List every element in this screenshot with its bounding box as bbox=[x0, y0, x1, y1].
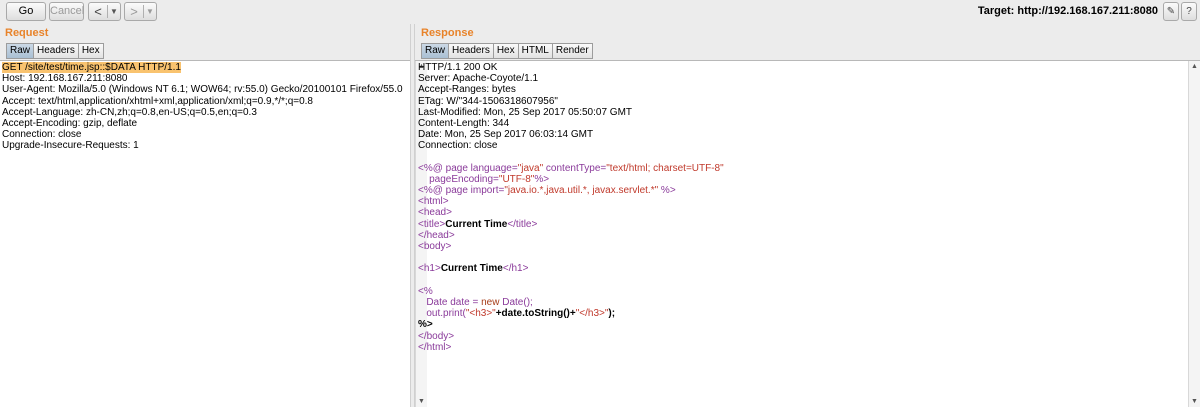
response-tab-headers[interactable]: Headers bbox=[448, 43, 494, 59]
request-tab-raw[interactable]: Raw bbox=[6, 43, 35, 59]
request-header-line: Accept-Encoding: gzip, deflate bbox=[2, 117, 138, 129]
request-editor[interactable]: GET /site/test/time.jsp::$DATA HTTP/1.1 … bbox=[0, 60, 410, 407]
request-header-line: Host: 192.168.167.211:8080 bbox=[2, 73, 128, 85]
scroll-up-icon[interactable]: ▲ bbox=[1189, 61, 1200, 72]
chevron-right-icon: > bbox=[130, 4, 138, 19]
pencil-icon[interactable]: ✎ bbox=[1163, 2, 1179, 21]
response-body-line: <% bbox=[418, 285, 433, 297]
target-label: Target: http://192.168.167.211:8080 bbox=[977, 5, 1158, 17]
response-body-line: %> bbox=[418, 319, 433, 331]
response-tab-raw[interactable]: Raw bbox=[421, 43, 450, 59]
response-header-line: ETag: W/"344-1506318607956" bbox=[418, 95, 558, 107]
response-header-line: Content-Length: 344 bbox=[418, 117, 510, 129]
response-body-line: out.print("<h3>"+date.toString()+"</h3>"… bbox=[418, 308, 616, 320]
response-editor[interactable]: ▲ ▼ ▲ ▼ HTTP/1.1 200 OK Server: Apache-C… bbox=[415, 60, 1200, 407]
response-header-line: Server: Apache-Coyote/1.1 bbox=[418, 73, 539, 85]
response-tabs: Raw Headers Hex HTML Render bbox=[421, 43, 593, 59]
response-header-line: Date: Mon, 25 Sep 2017 06:03:14 GMT bbox=[418, 129, 594, 141]
request-header-line: Accept: text/html,application/xhtml+xml,… bbox=[2, 95, 313, 107]
response-right-scrollbar[interactable]: ▲ ▼ bbox=[1188, 61, 1200, 407]
response-body-line: <%@ page language="java" contentType="te… bbox=[418, 162, 724, 174]
response-body-line: <html> bbox=[418, 196, 449, 208]
response-body-line: </body> bbox=[418, 330, 455, 342]
request-header-line: Upgrade-Insecure-Requests: 1 bbox=[2, 140, 139, 152]
request-title: Request bbox=[5, 27, 49, 39]
response-body-line: </html> bbox=[418, 341, 452, 353]
request-tab-hex[interactable]: Hex bbox=[77, 43, 104, 59]
response-body-line: <body> bbox=[418, 241, 452, 252]
request-header-line: User-Agent: Mozilla/5.0 (Windows NT 6.1;… bbox=[2, 84, 403, 96]
request-tabs: Raw Headers Hex bbox=[6, 43, 104, 59]
response-body-line: <title>Current Time</title> bbox=[418, 218, 538, 230]
request-header-line: Connection: close bbox=[2, 129, 82, 141]
response-header-line: Last-Modified: Mon, 25 Sep 2017 05:50:07… bbox=[418, 106, 633, 118]
forward-button[interactable]: > ▼ bbox=[124, 2, 157, 21]
toolbar: Go Cancel < ▼ > ▼ Target: http://192.168… bbox=[0, 0, 1200, 24]
dropdown-icon[interactable]: ▼ bbox=[144, 7, 156, 16]
response-header-line: Accept-Ranges: bytes bbox=[418, 84, 516, 96]
response-body-line: Date date = new Date(); bbox=[418, 296, 533, 308]
response-body-line: <head> bbox=[418, 207, 452, 219]
chevron-left-icon: < bbox=[94, 4, 102, 19]
response-body-line: </head> bbox=[418, 229, 455, 241]
scroll-down-icon[interactable]: ▼ bbox=[416, 396, 427, 407]
request-header-line: Accept-Language: zh-CN,zh;q=0.8,en-US;q=… bbox=[2, 106, 257, 118]
response-header-line: HTTP/1.1 200 OK bbox=[418, 62, 498, 73]
response-header-line: Connection: close bbox=[418, 140, 498, 152]
go-button[interactable]: Go bbox=[6, 2, 46, 21]
request-line: GET /site/test/time.jsp::$DATA HTTP/1.1 bbox=[2, 62, 181, 73]
dropdown-icon[interactable]: ▼ bbox=[108, 7, 120, 16]
response-tab-html[interactable]: HTML bbox=[517, 43, 553, 59]
cancel-button[interactable]: Cancel bbox=[49, 2, 84, 21]
help-icon[interactable]: ? bbox=[1181, 2, 1197, 21]
response-tab-render[interactable]: Render bbox=[551, 43, 593, 59]
response-title: Response bbox=[421, 27, 474, 39]
response-body-line: pageEncoding="UTF-8"%> bbox=[418, 173, 550, 185]
request-tab-headers[interactable]: Headers bbox=[33, 43, 79, 59]
response-tab-hex[interactable]: Hex bbox=[492, 43, 519, 59]
scroll-down-icon[interactable]: ▼ bbox=[1189, 396, 1200, 407]
response-body-line: <h1>Current Time</h1> bbox=[418, 263, 529, 275]
back-button[interactable]: < ▼ bbox=[88, 2, 121, 21]
response-body-line: <%@ page import="java.io.*,java.util.*, … bbox=[418, 185, 676, 197]
